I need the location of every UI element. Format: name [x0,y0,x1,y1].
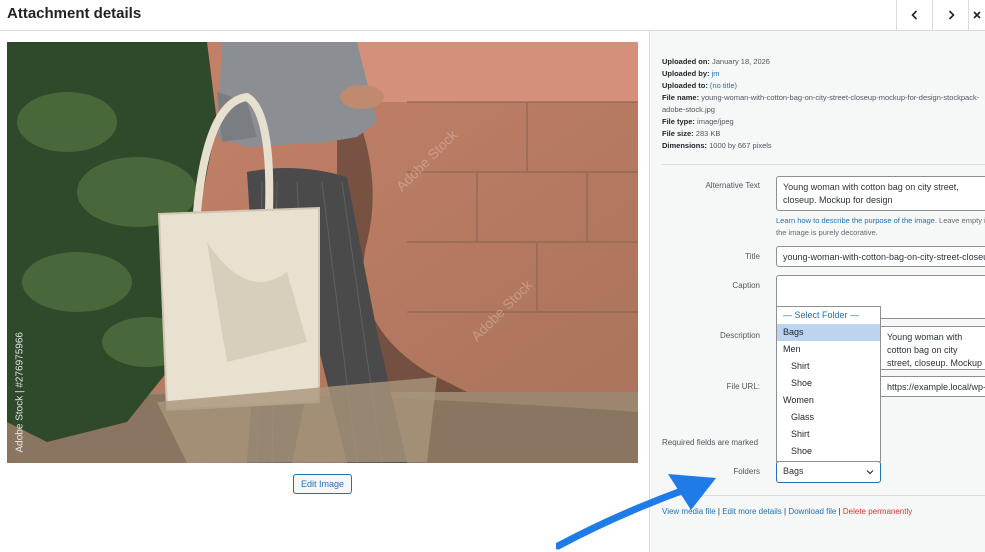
folders-select[interactable]: Bags [776,461,881,483]
file-type-row: File type: image/jpeg [662,117,734,126]
edit-image-button[interactable]: Edit Image [293,474,352,494]
chevron-right-icon [948,10,955,20]
dropdown-option-women[interactable]: Women [777,392,880,409]
next-button[interactable] [932,0,968,30]
file-url-label: File URL: [726,382,760,391]
dropdown-option-women-shirt[interactable]: Shirt [777,426,880,443]
dropdown-option-men[interactable]: Men [777,341,880,358]
dropdown-option-women-glass[interactable]: Glass [777,409,880,426]
chevron-left-icon [910,10,917,20]
dropdown-option-men-shirt[interactable]: Shirt [777,358,880,375]
dropdown-option-bags[interactable]: Bags [777,324,880,341]
divider [662,164,985,165]
file-size-row: File size: 283 KB [662,129,721,138]
attachment-preview-image: Adobe Stock Adobe Stock Adobe Stock | #2… [7,42,638,463]
dimensions-row: Dimensions: 1000 by 667 pixels [662,141,772,150]
dropdown-option-women-shoe[interactable]: Shoe [777,443,880,460]
uploaded-by-link[interactable]: jm [712,69,720,78]
folders-dropdown: — Select Folder — Bags Men Shirt Shoe Wo… [776,306,881,462]
alt-text-help: Learn how to describe the purpose of the… [776,216,985,237]
close-icon [973,11,981,19]
required-fields-note: Required fields are marked [662,438,759,447]
close-button[interactable] [968,0,985,30]
caption-label: Caption [732,281,760,290]
alt-text-field[interactable]: Young woman with cotton bag on city stre… [776,176,985,211]
uploaded-to-row: Uploaded to: (no title) [662,81,738,90]
dropdown-option-select-folder[interactable]: — Select Folder — [777,307,880,324]
title-field[interactable]: young-woman-with-cotton-bag-on-city-stre… [776,246,985,267]
title-label: Title [745,252,760,261]
edit-more-details-link[interactable]: Edit more details [722,507,782,516]
page-title: Attachment details [7,5,142,22]
file-metadata: Uploaded on: January 18, 2026 Uploaded b… [662,56,982,152]
modal-header: Attachment details [0,0,985,31]
attachment-details-modal: Attachment details Adobe Stock Adobe Sto… [0,0,985,552]
uploaded-to-link[interactable]: (no title) [710,81,737,90]
alt-text-label: Alternative Text [705,181,760,190]
uploaded-by-row: Uploaded by: jm [662,69,720,78]
uploaded-on-row: Uploaded on: January 18, 2026 [662,57,770,66]
annotation-arrow-icon [556,474,716,550]
file-name-row: File name: young-woman-with-cotton-bag-o… [662,93,980,114]
previous-button[interactable] [896,0,932,30]
description-label: Description [719,331,760,340]
watermark-vertical-text: Adobe Stock | #276975966 [14,332,26,453]
dropdown-option-men-shoe[interactable]: Shoe [777,375,880,392]
chevron-down-icon [866,470,874,475]
download-file-link[interactable]: Download file [788,507,836,516]
alt-text-help-link[interactable]: Learn how to describe the purpose of the… [776,216,937,225]
folders-select-value: Bags [783,466,804,476]
delete-permanently-link[interactable]: Delete permanently [843,507,912,516]
